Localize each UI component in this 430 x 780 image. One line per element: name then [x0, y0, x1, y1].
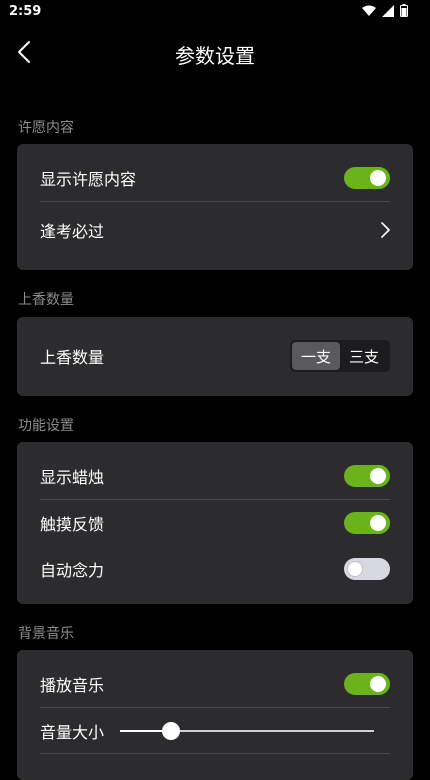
play-music-row: 播放音乐	[40, 661, 390, 707]
toggle-knob	[347, 561, 363, 577]
toggle-knob	[370, 676, 386, 692]
candle-toggle[interactable]	[344, 465, 390, 487]
volume-label: 音量大小	[40, 723, 105, 742]
incense-segmented-control: 一支 三支	[290, 340, 390, 372]
auto-mind-toggle[interactable]	[344, 558, 390, 580]
incense-card: 上香数量 一支 三支	[17, 317, 413, 396]
status-bar: 2:59	[0, 0, 430, 24]
nav-bar: 参数设置	[0, 28, 430, 76]
divider	[40, 753, 390, 754]
toggle-knob	[370, 170, 386, 186]
page-title: 参数设置	[175, 44, 255, 68]
battery-icon	[400, 4, 408, 17]
show-wish-row: 显示许愿内容	[40, 155, 390, 201]
volume-row: 音量大小	[40, 708, 390, 754]
haptic-label: 触摸反馈	[40, 515, 105, 534]
wish-content-label: 逢考必过	[40, 222, 105, 241]
show-wish-label: 显示许愿内容	[40, 170, 137, 189]
haptic-toggle[interactable]	[344, 512, 390, 534]
auto-mind-row: 自动念力	[40, 546, 390, 592]
section-title-wish: 许愿内容	[18, 120, 74, 136]
section-title-music: 背景音乐	[18, 626, 74, 642]
volume-slider[interactable]	[120, 722, 374, 740]
section-title-incense: 上香数量	[18, 292, 74, 308]
incense-label: 上香数量	[40, 348, 105, 367]
divider	[40, 201, 390, 202]
show-wish-toggle[interactable]	[344, 167, 390, 189]
function-card: 显示蜡烛 触摸反馈 自动念力	[17, 442, 413, 604]
auto-mind-label: 自动念力	[40, 561, 105, 580]
toggle-knob	[370, 468, 386, 484]
candle-row: 显示蜡烛	[40, 453, 390, 499]
haptic-row: 触摸反馈	[40, 500, 390, 546]
volume-slider-thumb[interactable]	[161, 722, 180, 740]
section-title-function: 功能设置	[18, 418, 74, 434]
chevron-right-icon	[381, 222, 390, 238]
play-music-toggle[interactable]	[344, 673, 390, 695]
wifi-icon	[362, 5, 376, 16]
play-music-label: 播放音乐	[40, 676, 105, 695]
incense-option-three[interactable]: 三支	[340, 342, 388, 370]
incense-option-one[interactable]: 一支	[292, 342, 340, 370]
status-icons	[362, 4, 408, 17]
wish-content-row[interactable]: 逢考必过	[40, 207, 390, 253]
signal-icon	[382, 4, 394, 17]
toggle-knob	[370, 515, 386, 531]
status-time: 2:59	[9, 4, 42, 19]
incense-row: 上香数量 一支 三支	[40, 333, 390, 379]
candle-label: 显示蜡烛	[40, 468, 105, 487]
music-card: 播放音乐 音量大小	[17, 650, 413, 780]
wish-card: 显示许愿内容 逢考必过	[17, 144, 413, 270]
